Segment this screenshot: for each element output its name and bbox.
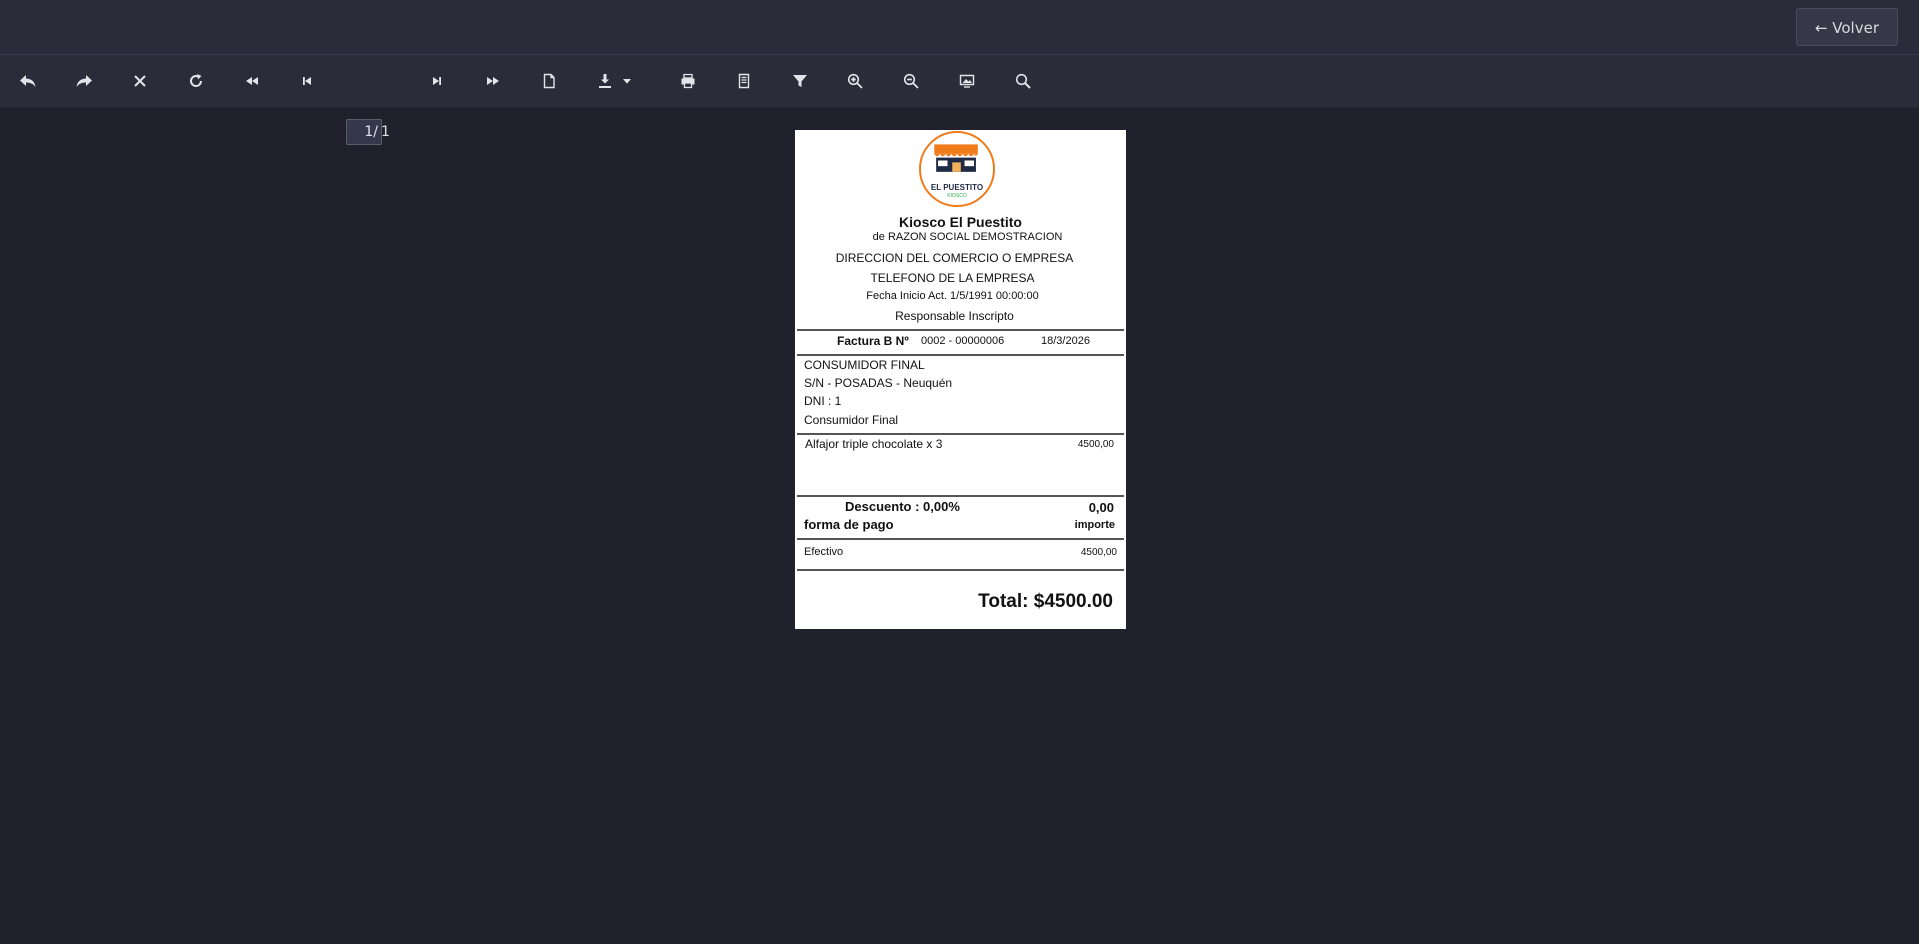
top-bar: ← Volver [0,0,1919,55]
item-amount: 4500,00 [1077,439,1114,450]
divider [797,495,1124,497]
redo-button[interactable] [67,65,101,97]
fast-backward-button[interactable] [235,65,269,97]
zoom-out-button[interactable] [894,65,928,97]
refresh-icon [190,74,203,87]
zoom-in-icon [847,73,863,89]
divider [797,354,1124,356]
customer-address: S/N - POSADAS - Neuquén [804,376,953,390]
divider [797,538,1124,540]
filter-button[interactable] [783,65,817,97]
refresh-button[interactable] [179,65,213,97]
search-button[interactable] [1006,65,1040,97]
amount-header: importe [1074,519,1115,531]
zoom-in-button[interactable] [838,65,872,97]
download-dropdown-button[interactable] [616,65,638,97]
divider [797,433,1124,435]
fit-page-icon [959,74,975,88]
filter-icon [793,75,807,87]
total-amount: Total: $4500.00 [978,591,1113,612]
download-icon [599,74,611,88]
payment-method-header: forma de pago [804,517,894,532]
discount-amount: 0,00 [1088,500,1114,515]
fast-forward-icon [487,77,499,85]
logo-text: EL PUESTITO [930,183,984,192]
report-toolbar: 1/ 1 [0,55,1919,145]
customer-condition: Consumidor Final [804,413,899,427]
undo-icon [20,75,36,87]
chevron-down-icon [623,79,631,84]
customer-dni: DNI : 1 [804,394,842,408]
page-setup-button[interactable] [532,65,566,97]
divider [797,329,1124,331]
business-phone: TELEFONO DE LA EMPRESA [870,271,1035,285]
receipt-page: EL PUESTITO KIOSCO Kiosco El Puestito de… [795,130,1126,629]
item-description: Alfajor triple chocolate x 3 [805,437,943,451]
customer-name: CONSUMIDOR FINAL [804,358,925,372]
store-logo: EL PUESTITO KIOSCO [919,131,995,207]
activity-start-date: Fecha Inicio Act. 1/5/1991 00:00:00 [866,290,1039,302]
search-icon [1015,73,1031,89]
close-button[interactable] [123,65,157,97]
export-button[interactable] [727,65,761,97]
business-name: Kiosco El Puestito [899,214,1022,230]
logo-subtext: KIOSCO [947,193,967,199]
razon-social: de RAZON SOCIAL DEMOSTRACION [872,231,1063,243]
close-icon [134,75,146,87]
business-address: DIRECCION DEL COMERCIO O EMPRESA [835,251,1074,265]
fast-backward-icon [246,77,258,85]
invoice-label: Factura B Nº [837,334,909,348]
first-page-button[interactable] [290,65,324,97]
last-page-icon [433,77,441,85]
payment-amount: 4500,00 [1080,547,1117,558]
zoom-out-icon [903,73,919,89]
print-button[interactable] [671,65,705,97]
export-icon [738,73,750,89]
iva-condition: Responsable Inscripto [895,309,1014,323]
first-page-icon [303,77,311,85]
divider [797,569,1124,571]
print-icon [681,73,695,89]
back-button[interactable]: ← Volver [1795,8,1898,46]
discount-label: Descuento : 0,00% [845,499,960,514]
undo-button[interactable] [11,65,45,97]
fit-page-button[interactable] [950,65,984,97]
page-setup-icon [543,73,555,89]
redo-icon [76,75,92,87]
invoice-date: 18/3/2026 [1041,335,1090,347]
invoice-number: 0002 - 00000006 [921,335,1005,347]
last-page-button[interactable] [420,65,454,97]
fast-forward-button[interactable] [476,65,510,97]
payment-method: Efectivo [804,546,844,558]
